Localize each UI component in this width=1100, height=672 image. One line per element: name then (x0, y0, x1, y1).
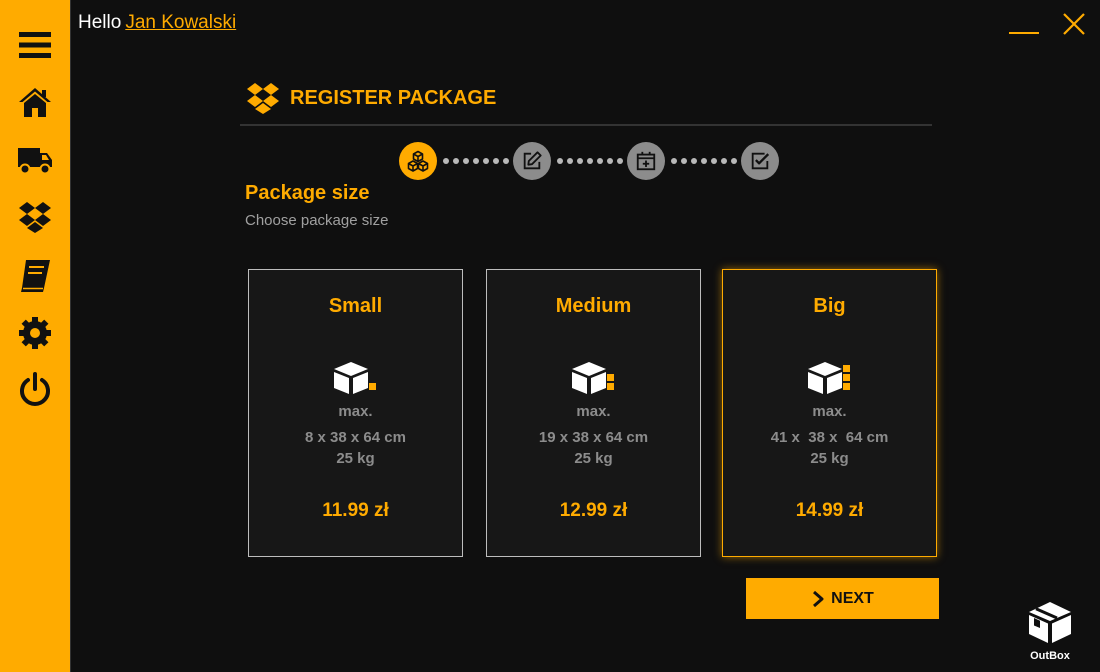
logout-button[interactable] (14, 369, 56, 411)
delivery-button[interactable] (14, 139, 56, 181)
page-title: REGISTER PACKAGE (290, 86, 497, 109)
step-schedule (627, 142, 665, 180)
calendar-plus-icon (636, 151, 656, 171)
cubes-icon (407, 150, 429, 172)
section-subtitle: Choose package size (245, 212, 389, 229)
max-label: max. (338, 403, 373, 420)
package-small-icon (333, 362, 376, 394)
greeting-text: Hello (78, 12, 122, 33)
package-card-medium[interactable]: Medium max. 19 x 38 x 64 cm 25 kg 12.99 … (486, 269, 701, 557)
book-icon (21, 260, 50, 292)
package-price: 11.99 zł (322, 500, 389, 521)
max-label: max. (576, 403, 611, 420)
package-medium-icon (571, 362, 614, 394)
package-name: Small (328, 295, 383, 317)
next-button[interactable]: NEXT (746, 578, 939, 619)
section-title: Package size (245, 182, 370, 204)
package-name: Big (813, 295, 846, 317)
gear-icon (19, 317, 51, 349)
package-big-icon (807, 362, 850, 394)
chevron-right-icon (813, 590, 824, 607)
app-logo: OutBox (1022, 600, 1078, 662)
home-icon (19, 88, 51, 117)
step-connector (557, 158, 623, 164)
dropbox-icon (247, 83, 279, 114)
power-icon (20, 372, 50, 406)
book-button[interactable] (14, 254, 56, 296)
step-confirm (741, 142, 779, 180)
next-button-label: NEXT (831, 589, 874, 607)
step-details (513, 142, 551, 180)
step-package-size (399, 142, 437, 180)
package-dimensions: 41 x 38 x 64 cm (770, 429, 889, 446)
step-connector (443, 158, 509, 164)
packages-button[interactable] (14, 196, 56, 238)
sidebar (0, 0, 71, 672)
dropbox-icon (19, 202, 51, 233)
package-weight: 25 kg (810, 450, 849, 467)
check-square-icon (751, 152, 770, 170)
package-card-small[interactable]: Small max. 8 x 38 x 64 cm 25 kg 11.99 zł (248, 269, 463, 557)
minimize-button[interactable] (1006, 14, 1042, 38)
package-dimensions: 8 x 38 x 64 cm (305, 429, 406, 446)
user-name-link[interactable]: Jan Kowalski (125, 12, 236, 33)
package-name: Medium (555, 295, 632, 317)
home-button[interactable] (14, 81, 56, 123)
close-button[interactable] (1058, 8, 1090, 40)
page-header: REGISTER PACKAGE (244, 80, 496, 116)
close-icon (1063, 13, 1085, 35)
max-label: max. (812, 403, 847, 420)
menu-button[interactable] (14, 24, 56, 66)
menu-icon (19, 32, 51, 58)
package-card-big[interactable]: Big max. 41 x 38 x 64 cm 25 kg 14.99 zł (722, 269, 937, 557)
settings-button[interactable] (14, 312, 56, 354)
edit-icon (523, 151, 542, 170)
greeting: Hello Jan Kowalski (78, 12, 236, 34)
truck-icon (18, 148, 52, 175)
logo-text: OutBox (1030, 650, 1070, 662)
package-price: 12.99 zł (559, 500, 628, 521)
box-logo-icon (1029, 602, 1071, 643)
package-weight: 25 kg (574, 450, 613, 467)
package-price: 14.99 zł (795, 500, 864, 521)
package-dimensions: 19 x 38 x 64 cm (538, 429, 649, 446)
package-weight: 25 kg (336, 450, 375, 467)
title-divider (240, 124, 932, 126)
step-connector (671, 158, 737, 164)
